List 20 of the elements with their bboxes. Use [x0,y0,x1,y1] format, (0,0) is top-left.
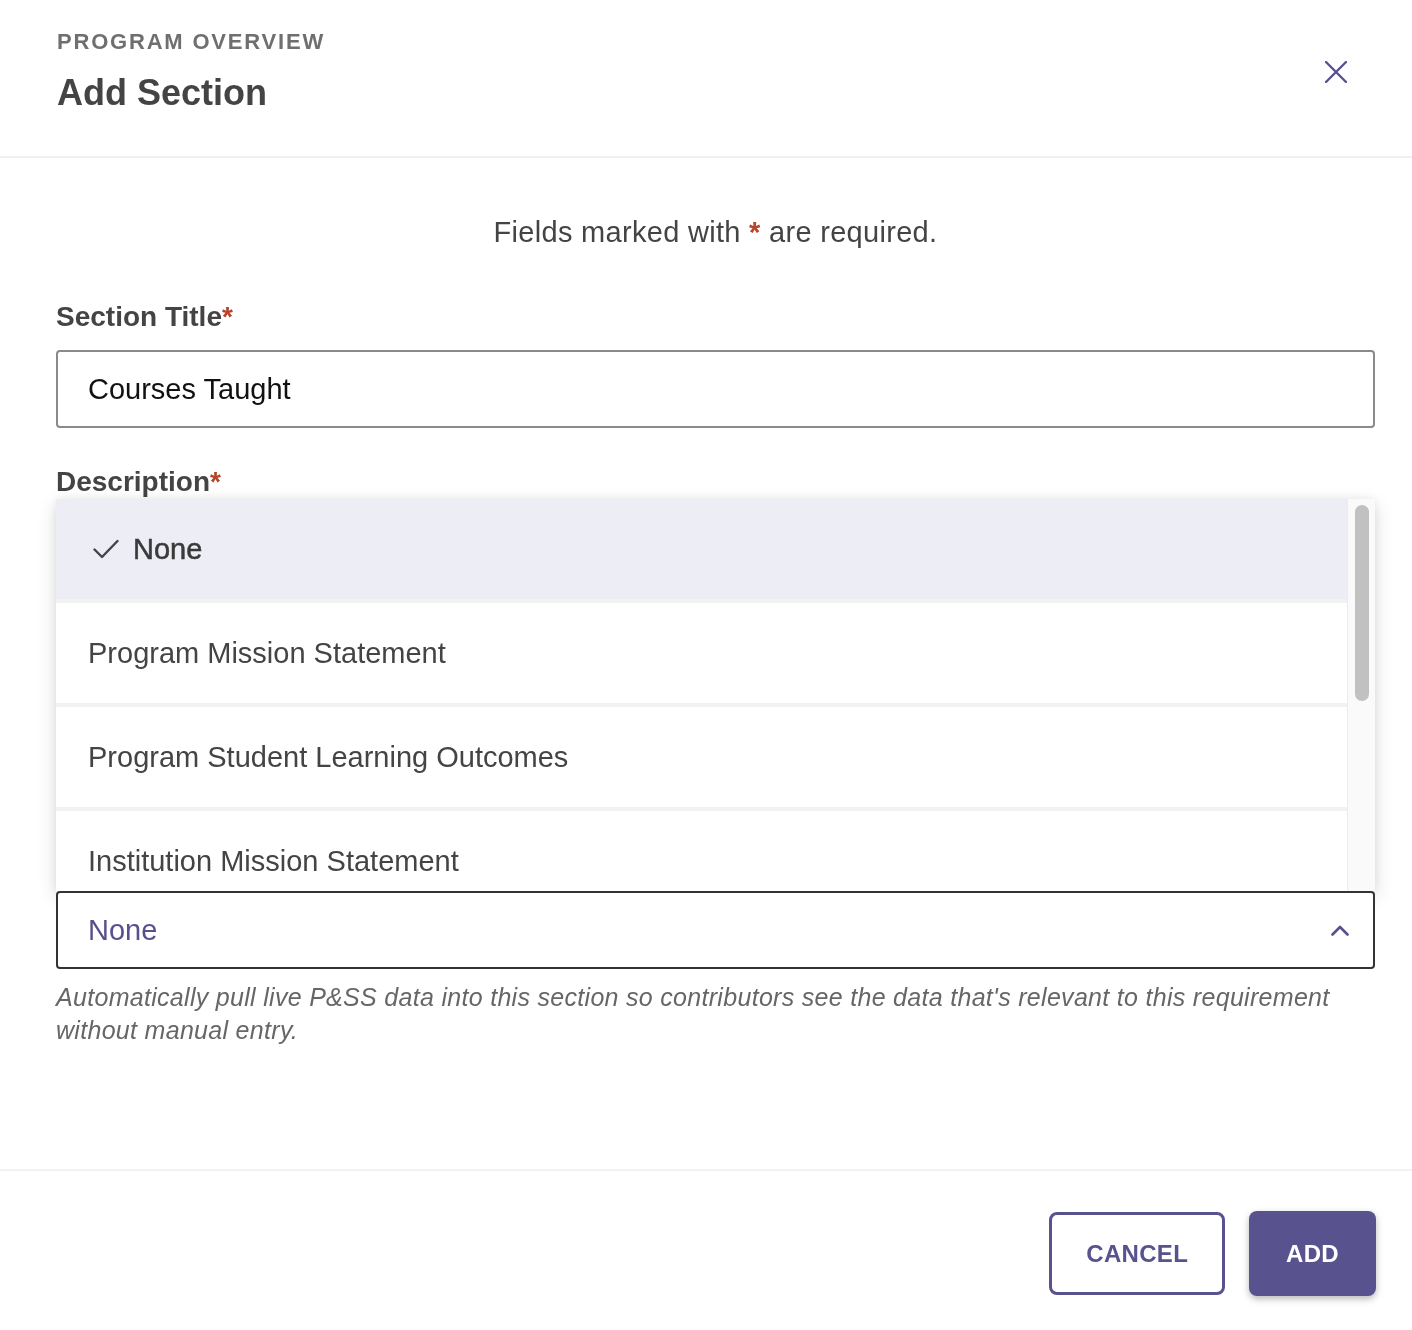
close-icon [1325,60,1347,83]
required-note: Fields marked with * are required. [493,215,938,250]
check-icon [93,539,119,559]
dropdown-option[interactable]: Program Mission Statement [56,603,1347,703]
cancel-button[interactable]: CANCEL [1049,1212,1226,1295]
scrollbar-thumb[interactable] [1355,505,1369,701]
chevron-up-icon [1331,924,1349,936]
close-button[interactable] [1325,60,1347,83]
add-button[interactable]: ADD [1249,1211,1376,1296]
dropdown-option[interactable]: None [56,499,1347,599]
field-label: Description* [56,465,221,499]
dialog-eyebrow: PROGRAM OVERVIEW [57,28,325,56]
scrollbar-track[interactable] [1347,499,1375,891]
dropdown-option[interactable]: Program Student Learning Outcomes [56,707,1347,807]
dialog-title: Add Section [57,71,267,115]
select-field[interactable]: None [56,891,1375,969]
dropdown-option[interactable]: Institution Mission Statement [56,811,1347,891]
input-field[interactable]: Courses Taught [56,350,1375,428]
help-text: Automatically pull live P&SS data into this section so contributors see the data that's relevant to this requirement without manual entry. [56,982,1331,1046]
field-label: Section Title* [56,300,233,334]
